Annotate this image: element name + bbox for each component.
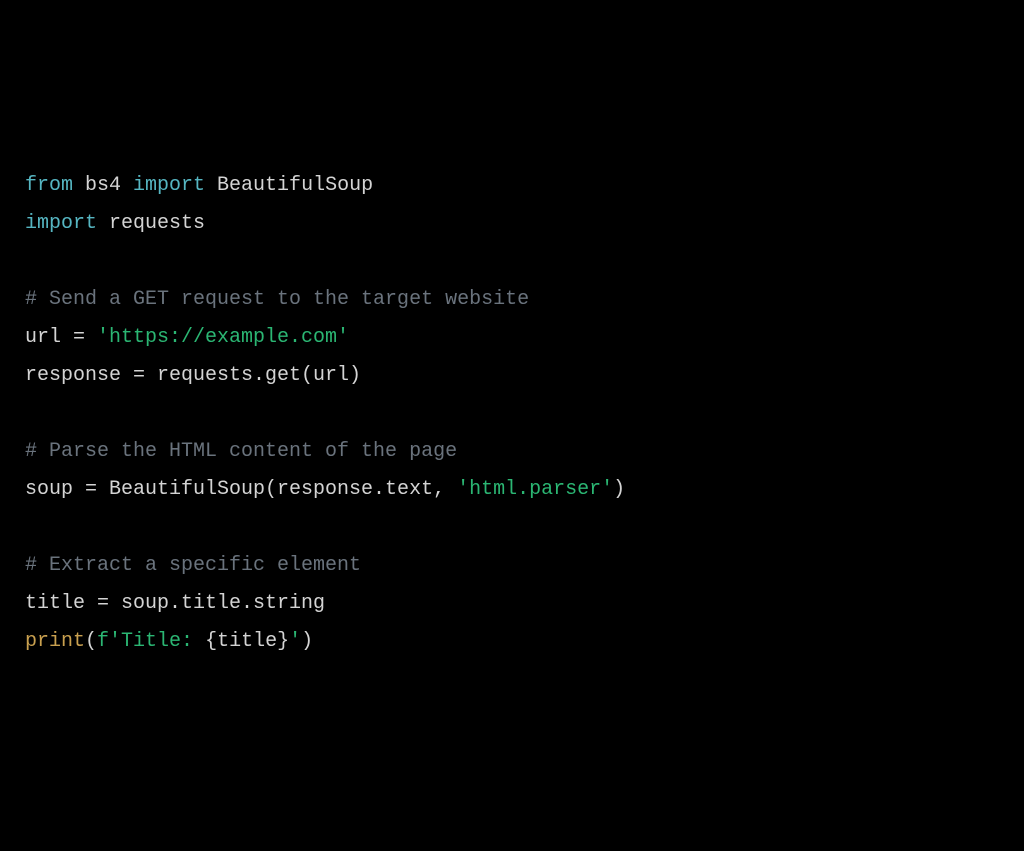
- code-token: url =: [25, 326, 97, 349]
- code-block: from bs4 import BeautifulSoup import req…: [25, 167, 999, 661]
- code-token: ): [301, 630, 313, 653]
- code-token: response = requests.get(url): [25, 364, 361, 387]
- code-token: {title}: [205, 630, 289, 653]
- code-token: ': [289, 630, 301, 653]
- code-token: (: [85, 630, 97, 653]
- code-token: soup = BeautifulSoup(response.text,: [25, 478, 457, 501]
- code-token: 'html.parser': [457, 478, 613, 501]
- code-token: bs4: [73, 174, 133, 197]
- code-token: title = soup.title.string: [25, 592, 325, 615]
- code-token: BeautifulSoup: [205, 174, 373, 197]
- code-token: from: [25, 174, 73, 197]
- code-token: import: [25, 212, 97, 235]
- code-token: ): [613, 478, 625, 501]
- code-token: import: [133, 174, 205, 197]
- code-token: requests: [97, 212, 205, 235]
- code-token: # Parse the HTML content of the page: [25, 440, 457, 463]
- code-token: # Send a GET request to the target websi…: [25, 288, 529, 311]
- code-token: # Extract a specific element: [25, 554, 361, 577]
- code-token: print: [25, 630, 85, 653]
- code-token: 'https://example.com': [97, 326, 349, 349]
- code-token: f'Title:: [97, 630, 205, 653]
